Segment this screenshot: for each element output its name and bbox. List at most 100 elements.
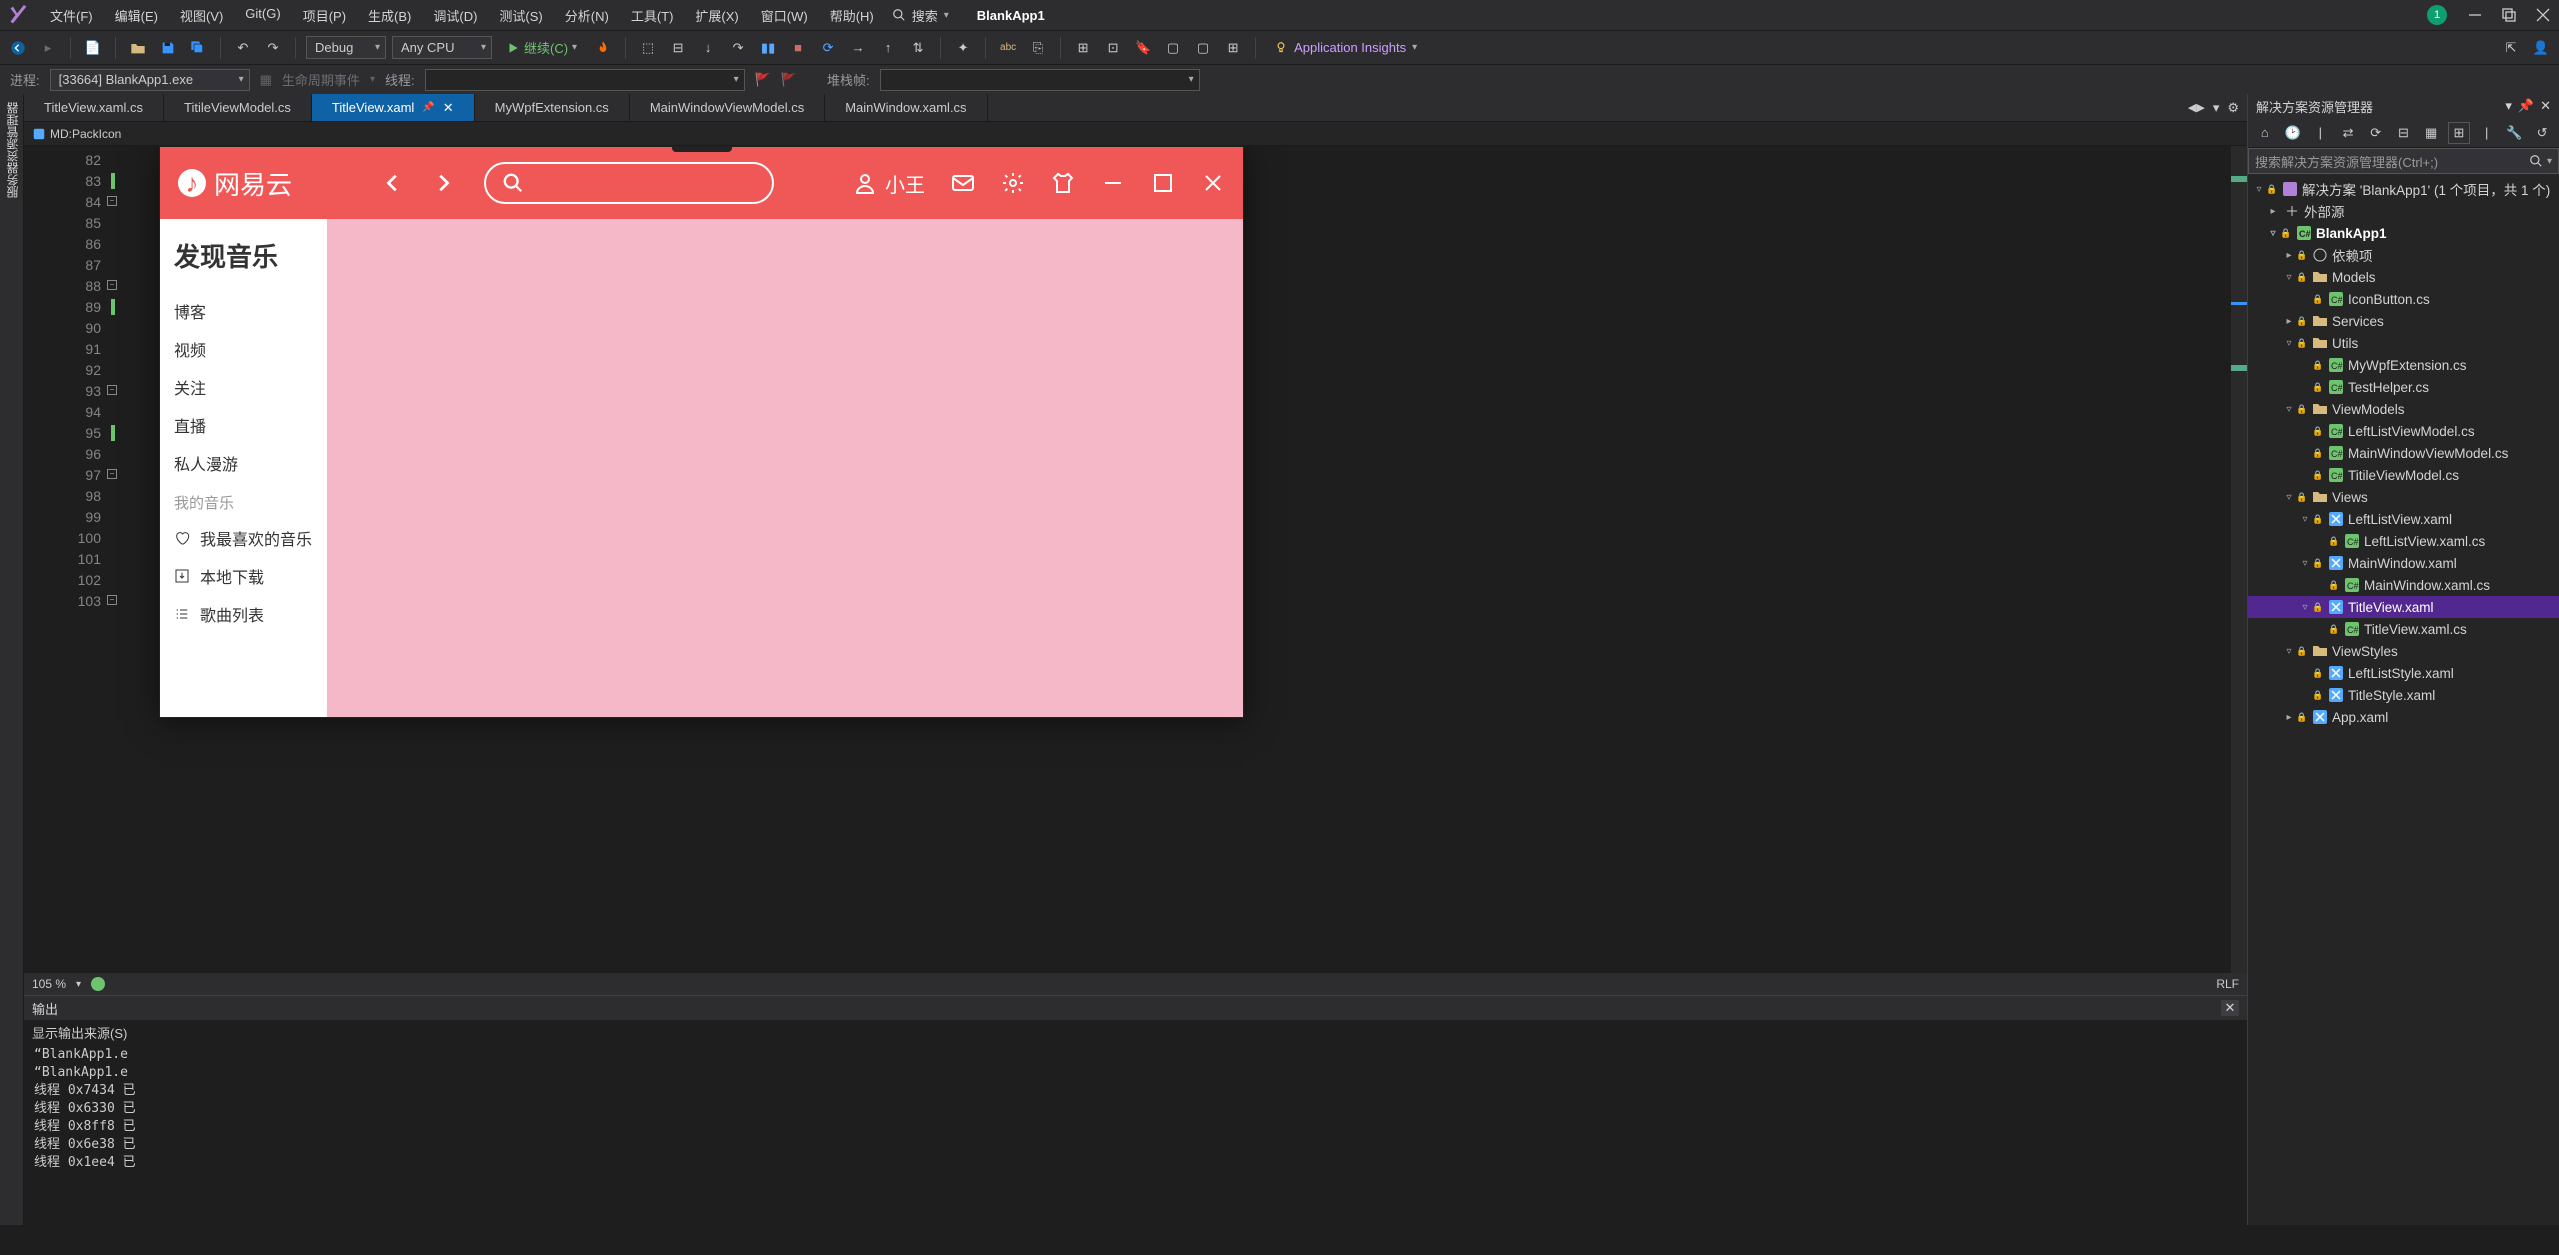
- close-icon[interactable]: ✕: [443, 100, 454, 116]
- app-close-icon[interactable]: [1201, 171, 1225, 195]
- app-user[interactable]: 小王: [853, 169, 925, 198]
- menu-item[interactable]: Git(G): [235, 2, 290, 29]
- tree-row[interactable]: 🔒C#MainWindow.xaml.cs: [2248, 574, 2559, 596]
- tree-row[interactable]: 🔒C#TestHelper.cs: [2248, 376, 2559, 398]
- tree-row[interactable]: 🔒C#TitileViewModel.cs: [2248, 464, 2559, 486]
- history-icon[interactable]: 🕑: [2282, 122, 2304, 144]
- menu-item[interactable]: 调试(D): [423, 2, 487, 29]
- tabs-dropdown-icon[interactable]: ▾: [2213, 100, 2220, 116]
- tree-row[interactable]: ▿🔒C#BlankApp1: [2248, 222, 2559, 244]
- tabs-overflow-icon[interactable]: ◀▶: [2188, 101, 2205, 114]
- tb-icon-6[interactable]: ⎘: [1026, 36, 1050, 60]
- app-maximize-icon[interactable]: [1151, 171, 1175, 195]
- menu-item[interactable]: 项目(P): [293, 2, 356, 29]
- titlebar-search[interactable]: 搜索 ▾: [884, 4, 957, 27]
- tree-row[interactable]: ▿🔒解决方案 'BlankApp1' (1 个项目，共 1 个): [2248, 178, 2559, 200]
- panel-close-icon[interactable]: ✕: [2540, 98, 2551, 114]
- skin-icon[interactable]: [1051, 171, 1075, 195]
- sidebar-item[interactable]: 歌曲列表: [174, 595, 313, 633]
- tree-row[interactable]: ▸🔒App.xaml: [2248, 706, 2559, 728]
- panel-pin-icon[interactable]: 📌: [2518, 98, 2534, 114]
- tb-icon-4[interactable]: ✦: [951, 36, 975, 60]
- settings-icon[interactable]: [1001, 171, 1025, 195]
- save-button[interactable]: [156, 36, 180, 60]
- step-next-button[interactable]: →: [846, 36, 870, 60]
- tree-row[interactable]: ▿🔒TitleView.xaml: [2248, 596, 2559, 618]
- breadcrumb[interactable]: MD:PackIcon: [24, 122, 2247, 146]
- tb-icon-1[interactable]: ⬚: [636, 36, 660, 60]
- tree-row[interactable]: ▸🔒Services: [2248, 310, 2559, 332]
- panel-dropdown-icon[interactable]: ▾: [2505, 98, 2512, 114]
- stop-button[interactable]: ■: [786, 36, 810, 60]
- pause-button[interactable]: ▮▮: [756, 36, 780, 60]
- refresh-icon[interactable]: ⟳: [2365, 122, 2387, 144]
- thread-combo[interactable]: [425, 69, 745, 91]
- share-button[interactable]: ⇱: [2499, 36, 2523, 60]
- tb-icon-7[interactable]: ⊞: [1071, 36, 1095, 60]
- stackframe-combo[interactable]: [880, 69, 1200, 91]
- tree-row[interactable]: 🔒C#MyWpfExtension.cs: [2248, 354, 2559, 376]
- document-tab[interactable]: MainWindow.xaml.cs: [825, 94, 987, 121]
- home-icon[interactable]: ⌂: [2254, 122, 2276, 144]
- wrench-icon[interactable]: 🔧: [2504, 122, 2526, 144]
- maximize-icon[interactable]: [2501, 7, 2517, 23]
- tree-row[interactable]: ▿🔒Utils: [2248, 332, 2559, 354]
- nav-forward-icon[interactable]: [432, 172, 454, 194]
- tree-row[interactable]: ▸外部源: [2248, 200, 2559, 222]
- redo-button[interactable]: ↷: [261, 36, 285, 60]
- close-icon[interactable]: [2535, 7, 2551, 23]
- process-combo[interactable]: [33664] BlankApp1.exe: [50, 69, 250, 91]
- pin-icon[interactable]: 📌: [422, 102, 434, 113]
- tb-icon-12[interactable]: ⊞: [1221, 36, 1245, 60]
- sidebar-item[interactable]: 我最喜欢的音乐: [174, 519, 313, 557]
- sidebar-item[interactable]: 视频: [174, 330, 313, 368]
- step-into-button[interactable]: ↓: [696, 36, 720, 60]
- undo-button[interactable]: ↶: [231, 36, 255, 60]
- tree-row[interactable]: ▿🔒ViewModels: [2248, 398, 2559, 420]
- zoom-level[interactable]: 105 %: [32, 977, 66, 991]
- mail-icon[interactable]: [951, 171, 975, 195]
- tb-icon-2[interactable]: ⊟: [666, 36, 690, 60]
- menu-item[interactable]: 扩展(X): [685, 2, 748, 29]
- panel-close-icon[interactable]: ✕: [2221, 1000, 2239, 1016]
- tree-row[interactable]: 🔒C#TitleView.xaml.cs: [2248, 618, 2559, 640]
- tree-row[interactable]: ▿🔒Views: [2248, 486, 2559, 508]
- tree-row[interactable]: 🔒LeftListStyle.xaml: [2248, 662, 2559, 684]
- config-combo[interactable]: Debug: [306, 36, 386, 59]
- menu-item[interactable]: 工具(T): [621, 2, 684, 29]
- xaml-debug-toolbar[interactable]: [672, 146, 732, 152]
- tree-row[interactable]: 🔒C#IconButton.cs: [2248, 288, 2559, 310]
- minimize-icon[interactable]: [2467, 7, 2483, 23]
- sidebar-item[interactable]: 本地下载: [174, 557, 313, 595]
- save-all-button[interactable]: [186, 36, 210, 60]
- view-icon[interactable]: ⊞: [2448, 122, 2470, 144]
- tree-row[interactable]: ▿🔒LeftListView.xaml: [2248, 508, 2559, 530]
- menu-item[interactable]: 文件(F): [40, 2, 103, 29]
- document-tab[interactable]: TitleView.xaml.cs: [24, 94, 164, 121]
- tb-icon-10[interactable]: ▢: [1161, 36, 1185, 60]
- sidebar-item[interactable]: 博客: [174, 292, 313, 330]
- tree-row[interactable]: ▸🔒依赖项: [2248, 244, 2559, 266]
- notification-badge[interactable]: 1: [2427, 5, 2447, 25]
- menu-item[interactable]: 视图(V): [170, 2, 233, 29]
- solution-search-input[interactable]: 搜索解决方案资源管理器(Ctrl+;) ▾: [2248, 148, 2559, 174]
- document-tab[interactable]: TitileViewModel.cs: [164, 94, 312, 121]
- app-minimize-icon[interactable]: [1101, 171, 1125, 195]
- tree-row[interactable]: 🔒C#MainWindowViewModel.cs: [2248, 442, 2559, 464]
- sidebar-item[interactable]: 私人漫游: [174, 444, 313, 482]
- solution-tree[interactable]: ▿🔒解决方案 'BlankApp1' (1 个项目，共 1 个)▸外部源▿🔒C#…: [2248, 174, 2559, 1225]
- menu-item[interactable]: 编辑(E): [105, 2, 168, 29]
- sidebar-heading[interactable]: 发现音乐: [174, 237, 313, 274]
- document-tab[interactable]: MainWindowViewModel.cs: [630, 94, 825, 121]
- app-search-input[interactable]: [484, 162, 774, 204]
- tb-icon-3[interactable]: ⇅: [906, 36, 930, 60]
- continue-button[interactable]: 继续(C) ▾: [498, 36, 585, 59]
- tb-icon-5[interactable]: abc: [996, 36, 1020, 60]
- platform-combo[interactable]: Any CPU: [392, 36, 492, 59]
- collapse-icon[interactable]: ⊟: [2393, 122, 2415, 144]
- tb-icon-8[interactable]: ⊡: [1101, 36, 1125, 60]
- step-out-button[interactable]: ↑: [876, 36, 900, 60]
- document-tab[interactable]: MyWpfExtension.cs: [475, 94, 630, 121]
- sidebar-item[interactable]: 直播: [174, 406, 313, 444]
- nav-back-button[interactable]: [6, 36, 30, 60]
